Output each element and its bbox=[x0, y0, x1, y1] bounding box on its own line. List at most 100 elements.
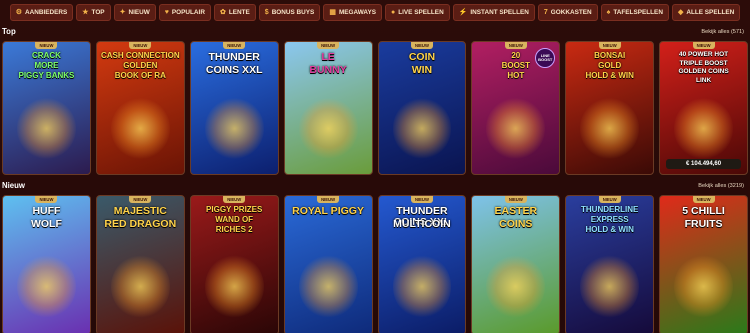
casino-games-page: ⚙ AANBIEDERS ★ TOP ✦ NIEUW ♥ POPULAIR ✿ LENTE… bbox=[0, 0, 750, 333]
seven-icon: 7 bbox=[543, 9, 548, 16]
game-title-line: 40 POWER HOT bbox=[679, 51, 729, 58]
game-tile[interactable]: NIEUW EASTER COINS bbox=[471, 195, 561, 333]
game-tile[interactable]: NIEUW LE BUNNY bbox=[283, 41, 373, 175]
filter-label: BONUS BUYS bbox=[271, 9, 315, 16]
game-title-line: RICHES 2 bbox=[215, 225, 253, 234]
game-title-line: WIN bbox=[411, 63, 433, 76]
game-artwork bbox=[110, 98, 170, 159]
game-artwork bbox=[298, 98, 358, 159]
filter-table-games[interactable]: ♠ TAFELSPELLEN bbox=[600, 4, 669, 21]
new-badge: NIEUW bbox=[223, 196, 246, 203]
filter-label: LENTE bbox=[228, 9, 250, 16]
game-tile[interactable]: NIEUW 20 BOOST HOT LINE BOOST bbox=[471, 41, 561, 175]
game-title-line: ROYAL PIGGY bbox=[292, 205, 364, 217]
game-title-line: MAJESTIC bbox=[113, 205, 167, 217]
new-games-row: NIEUW HUFF WOLF NIEUW MAJESTIC RED DRAGON NIEU… bbox=[2, 195, 748, 333]
game-artwork bbox=[580, 98, 640, 159]
game-tile[interactable]: NIEUW COIN WIN bbox=[377, 41, 467, 175]
game-title-line: GOLDEN bbox=[123, 61, 158, 70]
new-badge: NIEUW bbox=[598, 42, 621, 49]
category-filter-bar: ⚙ AANBIEDERS ★ TOP ✦ NIEUW ♥ POPULAIR ✿ LENTE… bbox=[0, 0, 750, 25]
game-artwork bbox=[674, 254, 733, 318]
spade-icon: ♠ bbox=[606, 9, 611, 16]
game-tile[interactable]: NIEUW CRACK MORE PIGGY BANKS bbox=[2, 41, 91, 175]
game-artwork bbox=[17, 254, 76, 318]
live-dot-icon: ● bbox=[391, 9, 396, 16]
game-artwork bbox=[486, 254, 546, 318]
view-all-top-link[interactable]: Bekijk alles (571) bbox=[701, 29, 744, 35]
game-title-line: MORE bbox=[34, 61, 59, 70]
game-title-line: GOLDEN COINS bbox=[678, 68, 729, 75]
game-tile[interactable]: NIEUW THUNDER COINS XXL MULTICOIN bbox=[377, 195, 467, 333]
filter-label: INSTANT SPELLEN bbox=[470, 9, 529, 16]
filter-bonus-buys[interactable]: $ BONUS BUYS bbox=[258, 4, 321, 21]
filter-live-games[interactable]: ● LIVE SPELLEN bbox=[385, 4, 450, 21]
game-artwork bbox=[204, 98, 264, 159]
game-title-line: HUFF bbox=[32, 205, 61, 217]
jackpot-amount: € 104.494,60 bbox=[666, 159, 741, 169]
new-badge: NIEUW bbox=[504, 42, 527, 49]
game-tile[interactable]: NIEUW 40 POWER HOT TRIPLE BOOST GOLDEN COIN… bbox=[659, 41, 748, 175]
game-title-line: THUNDERLINE bbox=[581, 205, 639, 214]
section-title-top: Top bbox=[2, 27, 16, 36]
filter-label: GOKKASTEN bbox=[550, 9, 592, 16]
new-badge: NIEUW bbox=[692, 196, 715, 203]
game-tile[interactable]: NIEUW THUNDERLINE EXPRESS HOLD & WIN bbox=[565, 195, 655, 333]
game-tile[interactable]: NIEUW HUFF WOLF bbox=[2, 195, 91, 333]
new-badge: NIEUW bbox=[692, 42, 715, 49]
new-badge: NIEUW bbox=[410, 42, 433, 49]
game-artwork bbox=[486, 98, 546, 159]
sparkle-icon: ✦ bbox=[119, 9, 126, 16]
game-title-line: CASH CONNECTION bbox=[100, 51, 180, 60]
game-tile[interactable]: NIEUW MAJESTIC RED DRAGON bbox=[95, 195, 185, 333]
game-title-line: CRACK bbox=[31, 51, 61, 60]
filter-label: POPULAIR bbox=[171, 9, 205, 16]
game-artwork bbox=[674, 98, 733, 159]
providers-icon: ⚙ bbox=[15, 9, 22, 16]
game-title-line: EASTER bbox=[494, 205, 538, 217]
game-title-line: LE bbox=[321, 51, 335, 63]
filter-megaways[interactable]: ▦ MEGAWAYS bbox=[323, 4, 382, 21]
game-tile[interactable]: NIEUW PIGGY PRIZES WAND OF RICHES 2 bbox=[189, 195, 279, 333]
filter-top[interactable]: ★ TOP bbox=[76, 4, 111, 21]
game-title-line: EXPRESS bbox=[590, 215, 629, 224]
game-title-line: LINK bbox=[695, 76, 712, 84]
game-tile[interactable]: NIEUW THUNDER COINS XXL bbox=[189, 41, 279, 175]
dollar-icon: $ bbox=[264, 9, 269, 16]
top-games-row: NIEUW CRACK MORE PIGGY BANKS NIEUW CASH CONNE… bbox=[2, 41, 748, 176]
game-artwork bbox=[17, 98, 76, 159]
flower-icon: ✿ bbox=[219, 9, 226, 16]
game-artwork bbox=[392, 98, 452, 159]
filter-providers[interactable]: ⚙ AANBIEDERS bbox=[9, 4, 74, 21]
filter-label: LIVE SPELLEN bbox=[398, 9, 444, 16]
game-title-line: GOLD bbox=[598, 61, 622, 70]
game-tile[interactable]: NIEUW BONSAI GOLD HOLD & WIN bbox=[565, 41, 655, 175]
filter-label: AANBIEDERS bbox=[25, 9, 68, 16]
filter-slots[interactable]: 7 GOKKASTEN bbox=[537, 4, 598, 21]
game-tile[interactable]: NIEUW CASH CONNECTION GOLDEN BOOK OF RA bbox=[95, 41, 185, 175]
game-tile[interactable]: NIEUW ROYAL PIGGY bbox=[283, 195, 373, 333]
game-tile[interactable]: NIEUW 5 CHILLI FRUITS bbox=[659, 195, 748, 333]
filter-label: ALLE SPELLEN bbox=[686, 9, 735, 16]
new-badge: NIEUW bbox=[129, 196, 152, 203]
game-title-line: MULTICOIN bbox=[393, 217, 451, 230]
game-title-line: THUNDER bbox=[208, 51, 260, 63]
game-title-line: HOLD & WIN bbox=[585, 225, 634, 234]
section-title-new: Nieuw bbox=[2, 181, 25, 190]
filter-spring[interactable]: ✿ LENTE bbox=[213, 4, 256, 21]
game-title-line: RED DRAGON bbox=[104, 217, 177, 230]
lightning-icon: ⚡ bbox=[458, 9, 468, 16]
filter-instant-games[interactable]: ⚡ INSTANT SPELLEN bbox=[452, 4, 535, 21]
filter-all-games[interactable]: ◆ ALLE SPELLEN bbox=[671, 4, 741, 21]
filter-new[interactable]: ✦ NIEUW bbox=[113, 4, 156, 21]
filter-label: TOP bbox=[91, 9, 105, 16]
heart-icon: ♥ bbox=[164, 9, 169, 16]
star-icon: ★ bbox=[82, 9, 89, 16]
new-badge: NIEUW bbox=[410, 196, 433, 203]
filter-popular[interactable]: ♥ POPULAIR bbox=[158, 4, 211, 21]
new-badge: NIEUW bbox=[317, 42, 340, 49]
game-title-line: BUNNY bbox=[309, 63, 347, 76]
game-title-line: COIN bbox=[408, 51, 436, 63]
view-all-new-link[interactable]: Bekijk alles (3219) bbox=[698, 183, 744, 189]
game-title-line: PIGGY BANKS bbox=[18, 71, 75, 80]
